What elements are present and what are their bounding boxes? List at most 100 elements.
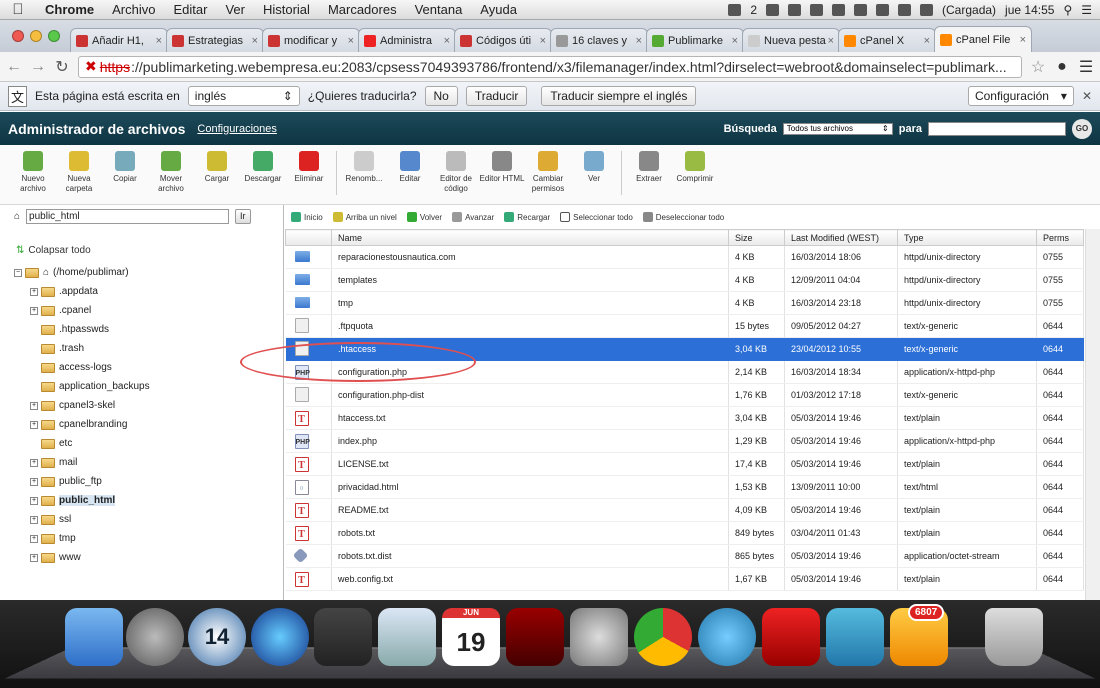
- file-name[interactable]: web.config.txt: [331, 567, 729, 591]
- zoom-window-button[interactable]: [48, 30, 60, 42]
- tab-9[interactable]: cPanel X ×: [838, 28, 936, 52]
- perms-column-header[interactable]: Perms: [1036, 229, 1084, 246]
- tool-button-5[interactable]: Cargar: [194, 151, 240, 184]
- word-icon[interactable]: [826, 608, 884, 666]
- table-row[interactable]: T LICENSE.txt 17,4 KB 05/03/2014 19:46 text/…: [285, 452, 1084, 476]
- go-path-button[interactable]: Ir: [235, 209, 251, 224]
- skype-icon[interactable]: [788, 3, 802, 16]
- close-tab-icon[interactable]: ×: [924, 35, 930, 47]
- back-icon[interactable]: ←: [6, 58, 22, 76]
- tab-1[interactable]: Añadir H1, ×: [70, 28, 168, 52]
- tab-8[interactable]: Nueva pestaña×: [742, 28, 840, 52]
- nav-5[interactable]: Recargar: [504, 212, 550, 222]
- table-row[interactable]: T README.txt 4,09 KB 05/03/2014 19:46 text/p…: [285, 498, 1084, 522]
- expand-toggle-icon[interactable]: +: [30, 306, 38, 315]
- system-preferences-icon[interactable]: [570, 608, 628, 666]
- clock[interactable]: jue 14:55: [1005, 3, 1054, 17]
- tab-2[interactable]: Estrategias ×: [166, 28, 264, 52]
- tab-4[interactable]: Administra ×: [358, 28, 456, 52]
- tree-item[interactable]: + public_html: [30, 491, 150, 510]
- tree-item[interactable]: + .cpanel: [30, 301, 150, 320]
- adobe-tray-count[interactable]: 2: [750, 3, 757, 17]
- tool-button-1[interactable]: Nuevo archivo: [10, 151, 56, 194]
- size-column-header[interactable]: Size: [728, 229, 785, 246]
- close-tab-icon[interactable]: ×: [1020, 34, 1026, 46]
- tab-6[interactable]: 16 claves y ×: [550, 28, 648, 52]
- minimize-window-button[interactable]: [30, 30, 42, 42]
- forward-icon[interactable]: →: [30, 58, 46, 76]
- tool-button-12[interactable]: Cambiar permisos: [525, 151, 571, 194]
- calendar-icon[interactable]: JUN 19: [442, 608, 500, 666]
- tool-button-7[interactable]: Eliminar: [286, 151, 332, 184]
- tool-button-10[interactable]: Editor de código: [433, 151, 479, 194]
- tree-item[interactable]: + ssl: [30, 510, 150, 529]
- photo-app-icon[interactable]: [314, 608, 372, 666]
- tab-5[interactable]: Códigos úti ×: [454, 28, 552, 52]
- nav-4[interactable]: Avanzar: [452, 212, 494, 222]
- file-name[interactable]: configuration.php: [331, 360, 729, 384]
- name-column-header[interactable]: Name: [331, 229, 729, 246]
- battery-icon[interactable]: [920, 3, 934, 16]
- clock-app-icon[interactable]: 14: [188, 608, 246, 666]
- menu-historial[interactable]: Historial: [254, 2, 319, 17]
- spotlight-icon[interactable]: ⚲: [1063, 3, 1072, 17]
- expand-toggle-icon[interactable]: +: [30, 458, 38, 467]
- collapse-toggle-icon[interactable]: −: [14, 268, 22, 277]
- chrome-icon[interactable]: [634, 608, 692, 666]
- close-tab-icon[interactable]: ×: [732, 35, 738, 47]
- no-button[interactable]: No: [424, 86, 458, 106]
- expand-toggle-icon[interactable]: +: [30, 496, 38, 505]
- tree-item[interactable]: application_backups: [30, 377, 150, 396]
- finder-icon[interactable]: [65, 608, 123, 666]
- close-tab-icon[interactable]: ×: [540, 35, 546, 47]
- collapse-all-link[interactable]: ⇅ Colapsar todo: [16, 245, 91, 256]
- nav-2[interactable]: Arriba un nivel: [332, 212, 397, 222]
- language-select[interactable]: inglés ⇕: [187, 86, 300, 106]
- tool-button-4[interactable]: Mover archivo: [148, 151, 194, 194]
- modified-column-header[interactable]: Last Modified (WEST): [784, 229, 898, 246]
- wifi-icon[interactable]: [854, 3, 868, 16]
- apple-icon[interactable]: : [0, 1, 36, 18]
- network-app-icon[interactable]: [698, 608, 756, 666]
- close-tab-icon[interactable]: ×: [348, 35, 354, 47]
- menu-editar[interactable]: Editar: [164, 2, 216, 17]
- tree-item[interactable]: .htpasswds: [30, 320, 150, 339]
- table-row[interactable]: robots.txt.dist 865 bytes 05/03/2014 19:46…: [285, 544, 1084, 568]
- close-tab-icon[interactable]: ×: [444, 35, 450, 47]
- tab-10[interactable]: cPanel File ×: [934, 26, 1032, 52]
- tree-item[interactable]: etc: [30, 434, 150, 453]
- search-scope-select[interactable]: Todos tus archivos ⇕: [782, 122, 893, 135]
- tool-button-14[interactable]: Extraer: [626, 151, 672, 184]
- tree-item[interactable]: .trash: [30, 339, 150, 358]
- nav-3[interactable]: Volver: [406, 212, 442, 222]
- time-machine-icon[interactable]: [810, 3, 824, 16]
- file-name[interactable]: templates: [331, 268, 729, 292]
- settings-link[interactable]: Configuraciones: [197, 123, 277, 135]
- go-button[interactable]: GO: [1072, 118, 1092, 139]
- tree-item[interactable]: + .appdata: [30, 282, 150, 301]
- nav-6[interactable]: Seleccionar todo: [560, 212, 633, 222]
- tool-button-13[interactable]: Ver: [571, 151, 617, 184]
- file-name[interactable]: robots.txt: [331, 521, 729, 545]
- input-flag-icon[interactable]: [898, 3, 912, 16]
- tool-button-3[interactable]: Copiar: [102, 151, 148, 184]
- close-tab-icon[interactable]: ×: [156, 35, 162, 47]
- expand-toggle-icon[interactable]: +: [30, 553, 38, 562]
- tree-item[interactable]: access-logs: [30, 358, 150, 377]
- tree-item[interactable]: + cpanel3-skel: [30, 396, 150, 415]
- reload-icon[interactable]: ↻: [54, 57, 70, 77]
- menu-marcadores[interactable]: Marcadores: [319, 2, 406, 17]
- menu-app-name[interactable]: Chrome: [36, 2, 103, 17]
- file-name[interactable]: tmp: [331, 291, 729, 315]
- expand-toggle-icon[interactable]: +: [30, 401, 38, 410]
- file-name[interactable]: configuration.php-dist: [331, 383, 729, 407]
- table-row[interactable]: PHP index.php 1,29 KB 05/03/2014 19:46 appli…: [285, 429, 1084, 453]
- close-tab-icon[interactable]: ×: [252, 35, 258, 47]
- table-row[interactable]: Thtaccess.txt 3,04 KB 05/03/2014 19:46 text…: [285, 406, 1084, 430]
- nav-7[interactable]: Deseleccionar todo: [642, 212, 724, 222]
- insecure-lock-icon[interactable]: ✖: [85, 58, 97, 75]
- expand-toggle-icon[interactable]: +: [30, 515, 38, 524]
- table-row[interactable]: ○ privacidad.html 1,53 KB 13/09/2011 10:00 t…: [285, 475, 1084, 499]
- tree-item[interactable]: + public_ftp: [30, 472, 150, 491]
- close-tab-icon[interactable]: ×: [828, 35, 834, 47]
